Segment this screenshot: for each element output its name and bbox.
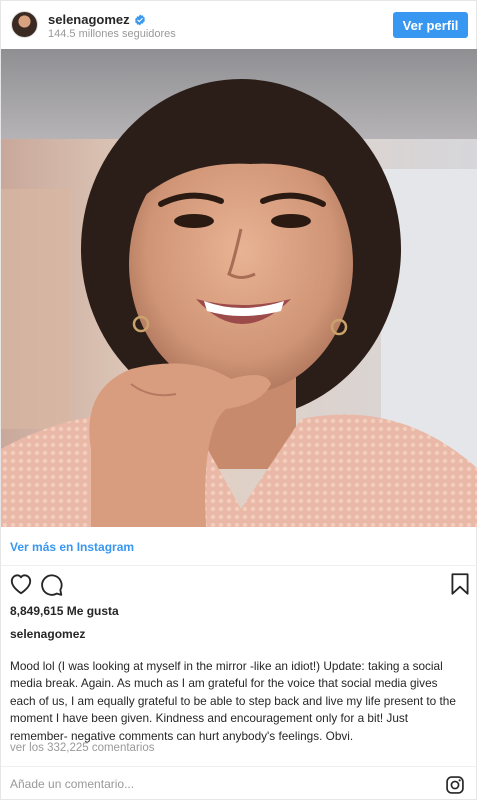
username[interactable]: selenagomez <box>48 12 130 27</box>
post-header: selenagomez 144.5 millones seguidores Ve… <box>1 1 477 49</box>
view-comments-link[interactable]: ver los 332,225 comentarios <box>10 742 154 754</box>
verified-badge-icon <box>134 14 145 25</box>
post-image <box>1 49 477 527</box>
like-count[interactable]: 8,849,615 Me gusta <box>10 604 119 618</box>
caption-text: Mood lol (I was looking at myself in the… <box>10 659 456 743</box>
caption-username[interactable]: selenagomez <box>10 627 85 641</box>
bookmark-icon[interactable] <box>447 571 473 597</box>
view-more-on-instagram-link[interactable]: Ver más en Instagram <box>10 540 134 554</box>
view-profile-button[interactable]: Ver perfil <box>393 12 468 38</box>
instagram-embed: selenagomez 144.5 millones seguidores Ve… <box>0 0 477 800</box>
heart-icon[interactable] <box>8 571 34 597</box>
username-row: selenagomez <box>48 12 146 27</box>
comment-input[interactable] <box>10 777 370 791</box>
instagram-logo-icon[interactable] <box>445 775 465 795</box>
divider <box>1 565 477 566</box>
follower-count: 144.5 millones seguidores <box>48 28 176 40</box>
avatar[interactable] <box>11 11 38 38</box>
comment-icon[interactable] <box>38 571 64 597</box>
post-photo[interactable] <box>1 49 477 527</box>
divider <box>1 766 477 767</box>
